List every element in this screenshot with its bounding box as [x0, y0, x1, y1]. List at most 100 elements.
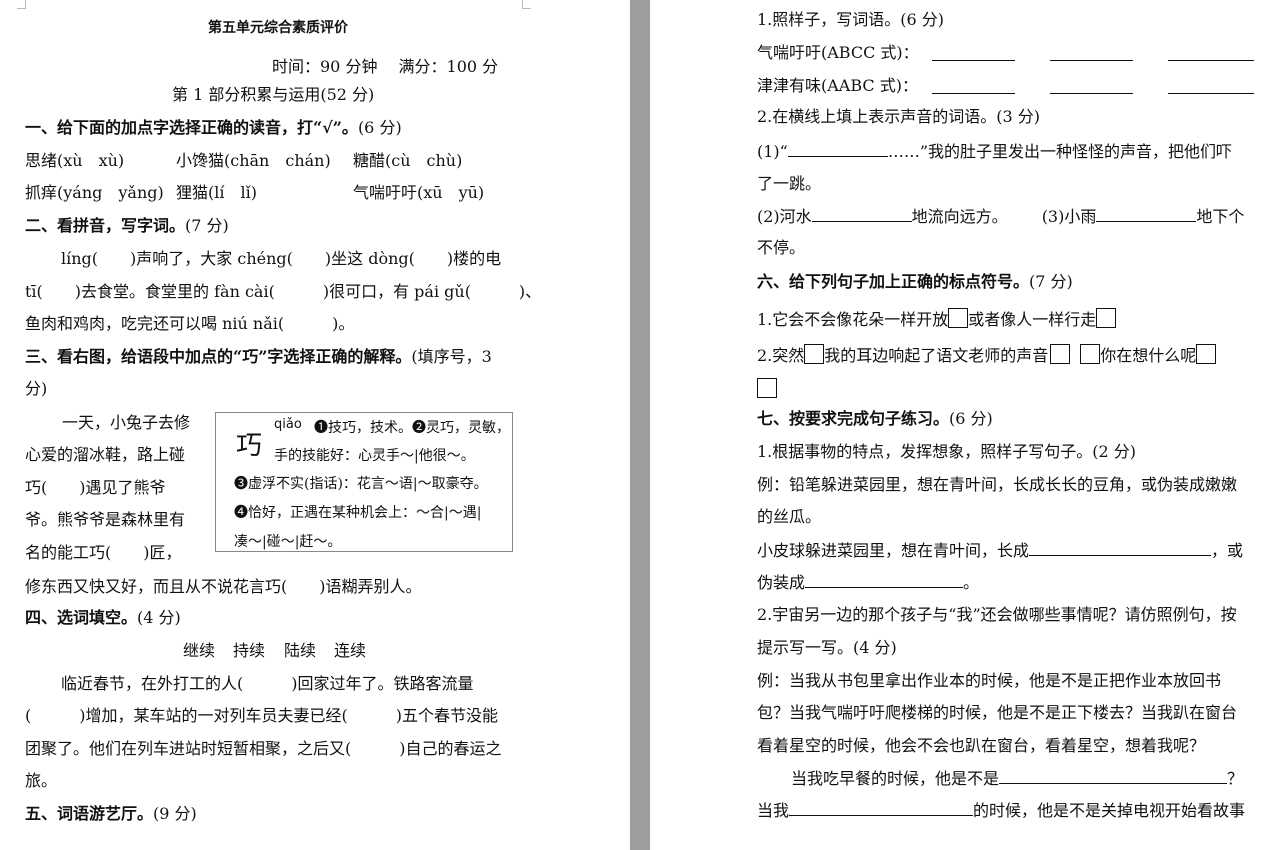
q2-line3[interactable]: 鱼肉和鸡肉，吃完还可以喝 niú nǎi( )。 — [25, 314, 354, 334]
answer-line[interactable] — [811, 206, 912, 222]
answer-line[interactable] — [1050, 78, 1133, 94]
text: 。 — [963, 573, 980, 592]
q3-passage-line: 一天，小兔子去修 — [62, 413, 191, 432]
dict-pinyin: qiǎo — [274, 417, 302, 432]
q7-example-line: 看着星空的时候，他会不会也趴在窗台，看着星空，想着我呢？ — [757, 736, 1206, 755]
q4-line4: 旅。 — [25, 771, 58, 790]
q4-word: 陆续 — [284, 641, 317, 660]
q3-passage-line[interactable]: 名的能工巧( )匠， — [25, 543, 182, 563]
q4-line3[interactable]: 团聚了。他们在列车进站时短暂相聚，之后又( )自己的春运之 — [25, 739, 502, 759]
dict-character: 巧 — [236, 431, 263, 461]
s2-heading: 2.在横线上填上表示声音的词语。(3 分) — [757, 107, 1040, 127]
q7-example-line: 例：铅笔躲进菜园里，想在青叶间，长成长长的豆角，或伪装成嫩嫩 — [757, 475, 1238, 494]
q7-score: (6 分) — [949, 409, 993, 428]
answer-line[interactable] — [1050, 45, 1133, 61]
dict-line: ❸虚浮不实(指话)：花言～语|～取豪夺。 — [234, 476, 488, 492]
pronunciation-item[interactable]: 狸猫(lí lǐ) — [176, 183, 257, 202]
q3-title: 三、看右图，给语段中加点的“巧”字选择正确的解释。 — [25, 347, 412, 366]
example-word: 津津有味(AABC 式)： — [757, 76, 918, 95]
answer-line[interactable] — [932, 45, 1015, 61]
dict-line: 手的技能好：心灵手～|他很～。 — [274, 448, 475, 464]
answer-line[interactable] — [1168, 45, 1254, 61]
answer-line[interactable] — [805, 572, 964, 588]
dict-line: ❶技巧，技术。❷灵巧，灵敏， — [314, 420, 510, 436]
text: 当我 — [757, 801, 790, 820]
pronunciation-item[interactable]: 抓痒(yáng yǎng) — [25, 183, 164, 202]
dict-line: 凑～|碰～|赶～。 — [234, 534, 342, 550]
punctuation-box[interactable] — [1196, 344, 1217, 364]
text: 地流向远方。 — [911, 207, 1008, 226]
q3-passage-last[interactable]: 修东西又快又好，而且从不说花言巧( )语糊弄别人。 — [25, 577, 422, 597]
punctuation-box[interactable] — [948, 308, 969, 328]
q4-line2[interactable]: ( )增加，某车站的一对列车员夫妻已经( )五个春节没能 — [25, 706, 498, 726]
q7-task2: 2.宇宙另一边的那个孩子与“我”还会做哪些事情呢？请仿照例句，按 — [757, 605, 1237, 624]
punctuation-box[interactable] — [1096, 308, 1117, 328]
q2-line2[interactable]: tī( )去食堂。食堂里的 fàn cài( )很可口，有 pái gǔ( )、 — [25, 282, 541, 302]
q4-word: 继续 — [183, 641, 216, 660]
q7-task2-cont: 提示写一写。(4 分) — [757, 638, 897, 658]
s1-heading: 1.照样子，写词语。(6 分) — [757, 10, 944, 30]
s2-line4: 不停。 — [757, 238, 806, 257]
answer-line[interactable] — [999, 768, 1228, 784]
q7-write-line2: 当我 的时候，他是不是关掉电视开始看故事 — [757, 800, 1245, 821]
q4-title: 四、选词填空。 — [25, 608, 138, 627]
q6-sentence1: 1.它会不会像花朵一样开放 或者像人一样行走 — [757, 308, 1117, 330]
q1-title: 一、给下面的加点字选择正确的读音，打“√”。 — [25, 118, 358, 137]
text: 伪装成 — [757, 573, 806, 592]
text: 提示写一写。 — [757, 638, 854, 657]
q3-heading: 三、看右图，给语段中加点的“巧”字选择正确的解释。(填序号，3 — [25, 347, 492, 367]
s2-title: 2.在横线上填上表示声音的词语。 — [757, 107, 997, 126]
answer-line[interactable] — [787, 141, 888, 157]
q3-score: (填序号，3 — [411, 347, 492, 366]
s1-title: 1.照样子，写词语。 — [757, 10, 901, 29]
punctuation-box[interactable] — [804, 344, 825, 364]
task-score: (2 分) — [1092, 442, 1137, 461]
q4-word: 持续 — [233, 641, 266, 660]
task-score: (4 分) — [853, 638, 897, 657]
q7-example-line: 的丝瓜。 — [757, 507, 822, 526]
crop-mark — [17, 0, 26, 9]
punctuation-box[interactable] — [1050, 344, 1071, 364]
q1-row2b: 狸猫(lí lǐ) — [176, 183, 257, 203]
text: ，或 — [1211, 541, 1244, 560]
text: 我的耳边响起了语文老师的声音 — [824, 346, 1049, 365]
text: (3)小雨 — [1041, 207, 1097, 226]
text: 当我吃早餐的时候，他是不是 — [791, 769, 1000, 788]
pronunciation-item[interactable]: 气喘吁吁(xū yū) — [353, 183, 484, 202]
s1-score: (6 分) — [900, 10, 945, 29]
q5-title: 五、词语游艺厅。 — [25, 804, 154, 823]
q6-sentence2: 2.突然 我的耳边响起了语文老师的声音 你在想什么呢 — [757, 344, 1217, 366]
text: 1.它会不会像花朵一样开放 — [757, 310, 949, 329]
q2-line1[interactable]: líng( )声响了，大家 chéng( )坐这 dòng( )楼的电 — [61, 249, 501, 269]
text: 或者像人一样行走 — [968, 310, 1097, 329]
answer-line[interactable] — [789, 800, 974, 816]
text: (1)“ — [757, 142, 788, 161]
q4-line1[interactable]: 临近春节，在外打工的人( )回家过年了。铁路客流量 — [61, 674, 474, 694]
answer-line[interactable] — [1096, 206, 1197, 222]
s1-ex2: 津津有味(AABC 式)： — [757, 76, 918, 96]
answer-line[interactable] — [932, 78, 1015, 94]
q7-answer-line1: 小皮球躲进菜园里，想在青叶间，长成 ，或 — [757, 540, 1243, 561]
answer-line[interactable] — [1168, 78, 1254, 94]
q3-score-cont: 分) — [25, 379, 48, 398]
punctuation-box[interactable] — [757, 378, 777, 398]
q5-heading: 五、词语游艺厅。(9 分) — [25, 804, 197, 824]
q1-row2c: 气喘吁吁(xū yū) — [353, 183, 484, 203]
punctuation-box[interactable] — [1080, 344, 1101, 364]
q7-heading: 七、按要求完成句子练习。(6 分) — [757, 409, 993, 429]
q6-sentence2-end — [757, 378, 777, 400]
s2-score: (3 分) — [996, 107, 1041, 126]
pronunciation-item[interactable]: 小馋猫(chān chán) — [176, 151, 331, 170]
q5-score: (9 分) — [153, 804, 197, 823]
q1-row2: 抓痒(yáng yǎng) — [25, 183, 164, 203]
example-word: 气喘吁吁(ABCC 式)： — [757, 43, 919, 62]
q1-row1: 思绪(xù xù) — [25, 151, 124, 171]
answer-line[interactable] — [1029, 540, 1212, 556]
crop-mark — [522, 0, 531, 9]
pronunciation-item[interactable]: 思绪(xù xù) — [25, 151, 124, 170]
q1-heading: 一、给下面的加点字选择正确的读音，打“√”。(6 分) — [25, 118, 402, 138]
part-heading: 第 1 部分积累与运用(52 分) — [172, 85, 375, 104]
q7-example-line: 包？当我气喘吁吁爬楼梯的时候，他是不是正下楼去？当我趴在窗台 — [757, 703, 1238, 722]
pronunciation-item[interactable]: 糖醋(cù chù) — [353, 151, 462, 170]
q3-passage-line[interactable]: 巧( )遇见了熊爷 — [25, 478, 166, 498]
